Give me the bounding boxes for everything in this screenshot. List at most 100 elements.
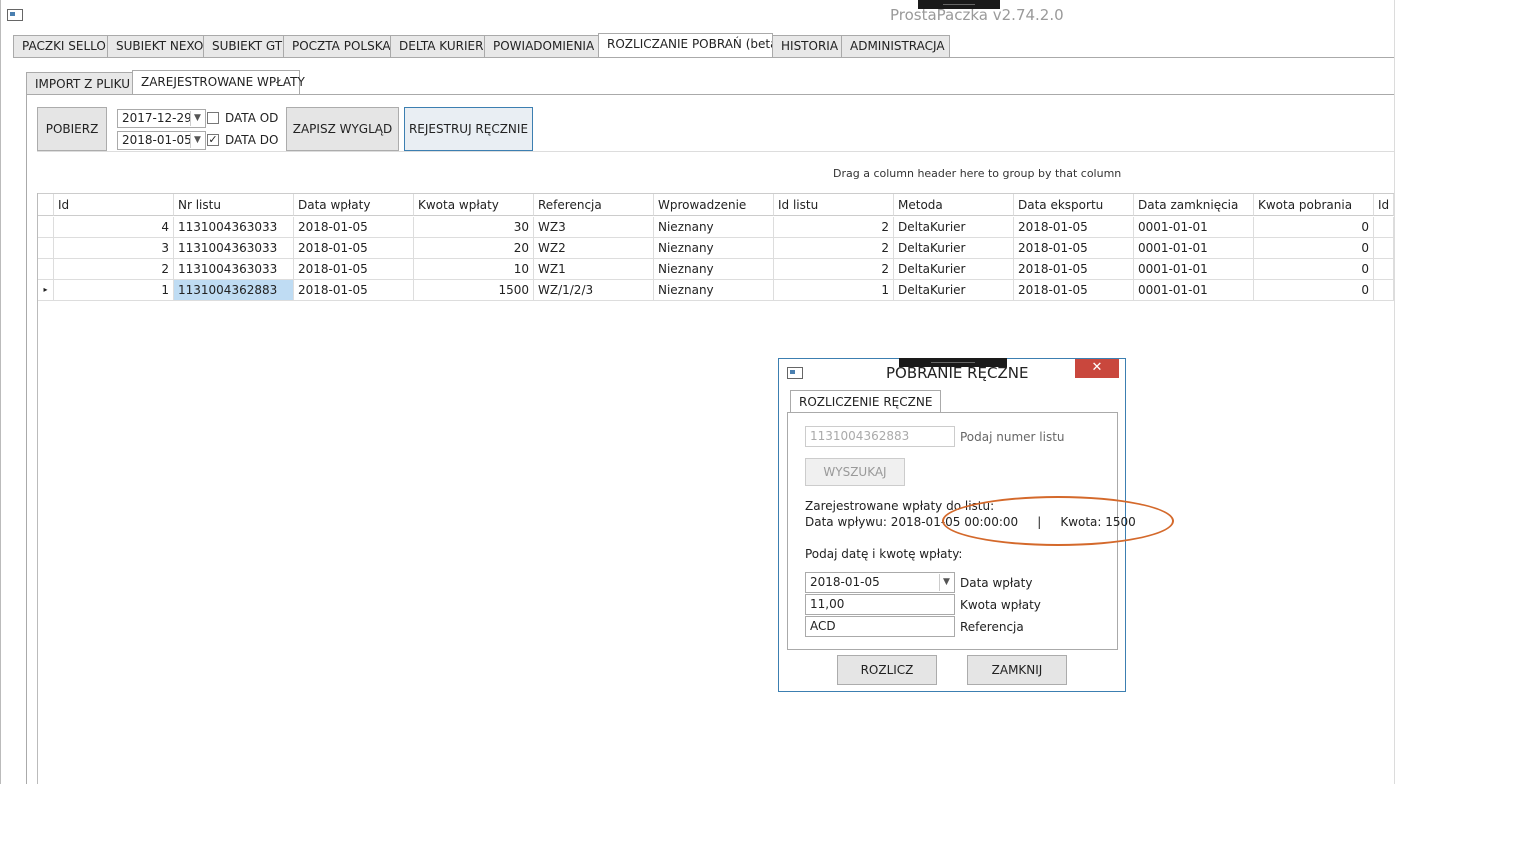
- column-header[interactable]: Data zamknięcia: [1134, 194, 1254, 216]
- table-cell[interactable]: 0: [1254, 217, 1374, 238]
- register-manual-button[interactable]: REJESTRUJ RĘCZNIE: [404, 107, 533, 151]
- table-cell[interactable]: 0001-01-01: [1134, 217, 1254, 238]
- tab-subiekt-gt[interactable]: SUBIEKT GT: [203, 35, 284, 57]
- table-cell[interactable]: DeltaKurier: [894, 259, 1014, 280]
- list-number-input[interactable]: 1131004362883: [805, 426, 955, 447]
- table-cell[interactable]: DeltaKurier: [894, 280, 1014, 301]
- dialog-close-action-button[interactable]: ZAMKNIJ: [967, 655, 1067, 685]
- table-cell[interactable]: 3: [54, 238, 174, 259]
- tab-historia[interactable]: HISTORIA: [772, 35, 842, 57]
- table-cell[interactable]: 4: [54, 217, 174, 238]
- tab-rozliczenie-reczne[interactable]: ROZLICZENIE RĘCZNE: [790, 390, 942, 413]
- table-cell[interactable]: 0: [1254, 259, 1374, 280]
- tab-paczki-sello[interactable]: PACZKI SELLO: [13, 35, 108, 57]
- table-cell[interactable]: 2018-01-05: [1014, 217, 1134, 238]
- table-cell[interactable]: 10: [414, 259, 534, 280]
- column-header[interactable]: Nr listu: [174, 194, 294, 216]
- subtab-zarejestrowane-wplaty[interactable]: ZAREJESTROWANE WPŁATY: [132, 70, 305, 95]
- row-header[interactable]: ▸: [38, 280, 54, 301]
- table-cell[interactable]: WZ2: [534, 238, 654, 259]
- date-to-picker[interactable]: 2018-01-05 ▼: [117, 131, 206, 150]
- table-cell[interactable]: Nieznany: [654, 280, 774, 301]
- row-header[interactable]: [38, 259, 54, 280]
- date-from-picker[interactable]: 2017-12-29 ▼: [117, 109, 206, 128]
- table-cell[interactable]: 0001-01-01: [1134, 238, 1254, 259]
- column-header[interactable]: Id listu: [774, 194, 894, 216]
- row-header[interactable]: [38, 217, 54, 238]
- subtab-import-z-pliku[interactable]: IMPORT Z PLIKU: [26, 72, 133, 95]
- current-row-arrow-icon: ▸: [43, 285, 48, 294]
- table-cell[interactable]: Nieznany: [654, 238, 774, 259]
- save-layout-button[interactable]: ZAPISZ WYGLĄD: [286, 107, 399, 151]
- table-cell[interactable]: 2018-01-05: [294, 259, 414, 280]
- table-cell[interactable]: 1131004363033: [174, 259, 294, 280]
- table-cell[interactable]: 2018-01-05: [1014, 280, 1134, 301]
- dialog-app-icon: [787, 367, 803, 379]
- table-cell[interactable]: 1131004362883: [174, 280, 294, 301]
- table-cell[interactable]: 2: [774, 238, 894, 259]
- table-cell[interactable]: WZ/1/2/3: [534, 280, 654, 301]
- date-to-checkbox[interactable]: ✓: [207, 134, 219, 146]
- tab-rozliczanie-pobran[interactable]: ROZLICZANIE POBRAŃ (beta): [598, 33, 782, 57]
- chevron-down-icon[interactable]: ▼: [939, 574, 953, 591]
- settle-button[interactable]: ROZLICZ: [837, 655, 937, 685]
- column-header[interactable]: Wprowadzenie: [654, 194, 774, 216]
- column-header[interactable]: Id w: [1374, 194, 1394, 216]
- table-cell[interactable]: [1374, 280, 1394, 301]
- column-header[interactable]: Id: [54, 194, 174, 216]
- column-header[interactable]: Data wpłaty: [294, 194, 414, 216]
- table-cell[interactable]: 2018-01-05: [1014, 259, 1134, 280]
- table-cell[interactable]: 2018-01-05: [294, 238, 414, 259]
- tab-powiadomienia[interactable]: POWIADOMIENIA: [484, 35, 599, 57]
- date-from-checkbox[interactable]: [207, 112, 219, 124]
- table-cell[interactable]: 0001-01-01: [1134, 259, 1254, 280]
- table-cell[interactable]: 0: [1254, 280, 1374, 301]
- table-cell[interactable]: 2: [54, 259, 174, 280]
- tab-delta-kurier[interactable]: DELTA KURIER: [390, 35, 485, 57]
- table-cell[interactable]: 1131004363033: [174, 217, 294, 238]
- column-header[interactable]: Metoda: [894, 194, 1014, 216]
- column-header[interactable]: Data eksportu: [1014, 194, 1134, 216]
- table-cell[interactable]: WZ1: [534, 259, 654, 280]
- table-cell[interactable]: 2018-01-05: [294, 217, 414, 238]
- column-header[interactable]: Referencja: [534, 194, 654, 216]
- title-drag-handle[interactable]: [918, 0, 1000, 9]
- payment-amount-input[interactable]: 11,00: [805, 594, 955, 615]
- reference-input[interactable]: ACD: [805, 616, 955, 637]
- table-cell[interactable]: 2018-01-05: [1014, 238, 1134, 259]
- tab-administracja[interactable]: ADMINISTRACJA: [841, 35, 950, 57]
- grid-corner-header: [38, 194, 54, 216]
- table-cell[interactable]: DeltaKurier: [894, 217, 1014, 238]
- table-cell[interactable]: 1500: [414, 280, 534, 301]
- search-button[interactable]: WYSZUKAJ: [805, 458, 905, 486]
- column-header[interactable]: Kwota wpłaty: [414, 194, 534, 216]
- table-cell[interactable]: [1374, 217, 1394, 238]
- chevron-down-icon[interactable]: ▼: [190, 111, 204, 126]
- chevron-down-icon[interactable]: ▼: [190, 133, 204, 148]
- table-cell[interactable]: 30: [414, 217, 534, 238]
- table-cell[interactable]: [1374, 259, 1394, 280]
- table-cell[interactable]: 2: [774, 217, 894, 238]
- payment-date-picker[interactable]: 2018-01-05 ▼: [805, 572, 955, 593]
- table-cell[interactable]: 20: [414, 238, 534, 259]
- table-cell[interactable]: Nieznany: [654, 259, 774, 280]
- table-cell[interactable]: 1: [774, 280, 894, 301]
- table-cell[interactable]: 1: [54, 280, 174, 301]
- table-cell[interactable]: 1131004363033: [174, 238, 294, 259]
- table-cell[interactable]: Nieznany: [654, 217, 774, 238]
- tab-poczta-polska[interactable]: POCZTA POLSKA: [283, 35, 391, 57]
- row-header[interactable]: [38, 238, 54, 259]
- table-cell[interactable]: 0: [1254, 238, 1374, 259]
- dialog-close-button[interactable]: ✕: [1075, 359, 1119, 378]
- table-cell[interactable]: [1374, 238, 1394, 259]
- fetch-button[interactable]: POBIERZ: [37, 107, 107, 151]
- table-cell[interactable]: DeltaKurier: [894, 238, 1014, 259]
- table-cell[interactable]: 0001-01-01: [1134, 280, 1254, 301]
- table-cell[interactable]: 2018-01-05: [294, 280, 414, 301]
- tab-subiekt-nexo[interactable]: SUBIEKT NEXO: [107, 35, 204, 57]
- checkmark-icon: ✓: [208, 133, 218, 146]
- column-header[interactable]: Kwota pobrania: [1254, 194, 1374, 216]
- enter-payment-heading: Podaj datę i kwotę wpłaty:: [805, 547, 963, 561]
- table-cell[interactable]: WZ3: [534, 217, 654, 238]
- table-cell[interactable]: 2: [774, 259, 894, 280]
